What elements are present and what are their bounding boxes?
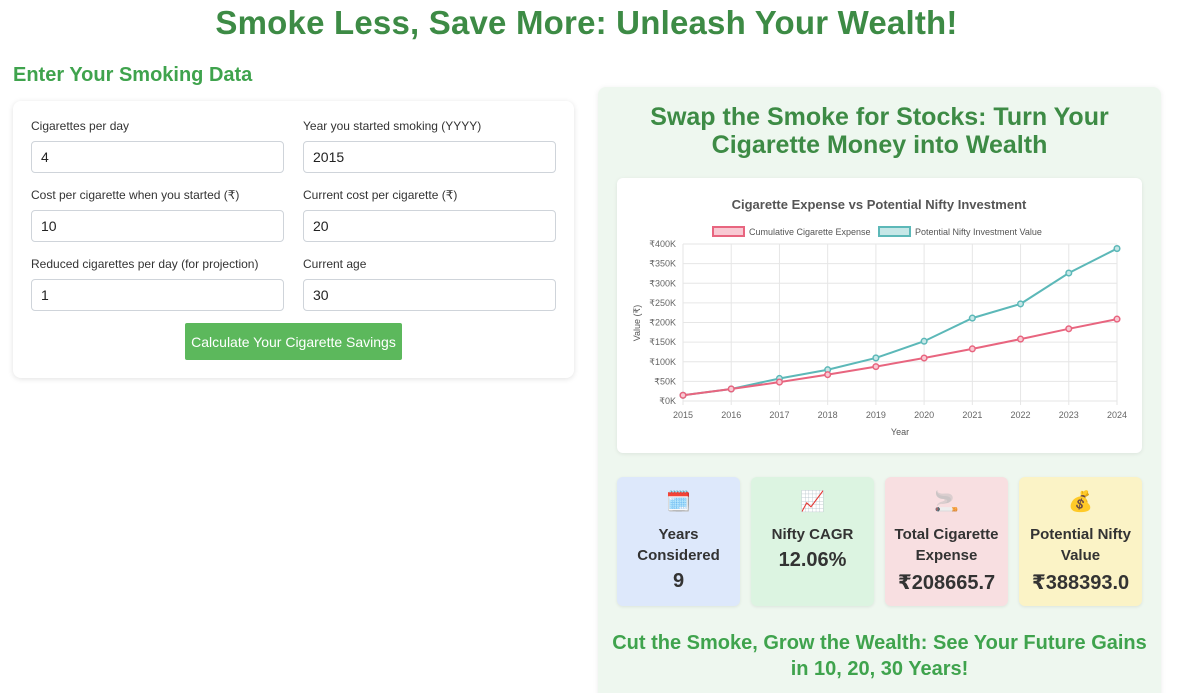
form-section-title: Enter Your Smoking Data: [13, 64, 253, 86]
reduced-cigarettes-label: Reduced cigarettes per day (for projecti…: [31, 257, 259, 271]
cigarettes-per-day-input[interactable]: [31, 141, 284, 173]
x-axis-title: Year: [891, 427, 909, 437]
stat-label: Nifty CAGR: [771, 526, 854, 543]
x-tick-label: 2015: [673, 410, 693, 420]
data-point: [1017, 335, 1025, 343]
results-title: Swap the Smoke for Stocks: Turn Your Cig…: [650, 103, 1109, 159]
smoking-data-form: Cigarettes per day Year you started smok…: [13, 101, 574, 378]
expense-vs-nifty-chart: Cigarette Expense vs Potential Nifty Inv…: [632, 197, 1127, 437]
y-tick-label: ₹0K: [659, 396, 676, 406]
data-point: [968, 314, 976, 322]
chart-increasing-icon: 📈: [800, 491, 825, 513]
stat-value: ₹208665.7: [897, 572, 996, 594]
calendar-icon: 🗓️: [666, 491, 691, 513]
y-tick-label: ₹150K: [649, 337, 676, 347]
stat-card-nifty-value: 💰 Potential Nifty Value ₹388393.0: [1019, 477, 1142, 606]
x-tick-label: 2023: [1059, 410, 1079, 420]
current-cost-field: Current cost per cigarette (₹): [303, 188, 556, 242]
y-tick-label: ₹300K: [649, 278, 676, 288]
stat-label: Years Considered: [637, 526, 720, 564]
y-tick-label: ₹250K: [649, 298, 676, 308]
data-point: [920, 337, 928, 345]
year-started-input[interactable]: [303, 141, 556, 173]
data-point: [1113, 245, 1121, 253]
calculate-savings-button[interactable]: Calculate Your Cigarette Savings: [185, 323, 402, 360]
x-tick-label: 2024: [1107, 410, 1127, 420]
stat-card-expense: 🚬 Total Cigarette Expense ₹208665.7: [885, 477, 1008, 606]
data-point: [1113, 315, 1121, 323]
stat-card-cagr: 📈 Nifty CAGR 12.06%: [751, 477, 874, 606]
legend-label: Cumulative Cigarette Expense: [749, 227, 871, 237]
data-point: [679, 391, 687, 399]
year-started-field: Year you started smoking (YYYY): [303, 119, 556, 173]
data-point: [1065, 269, 1073, 277]
future-gains-title: Cut the Smoke, Grow the Wealth: See Your…: [612, 632, 1147, 680]
x-tick-label: 2022: [1011, 410, 1031, 420]
current-age-field: Current age: [303, 257, 556, 311]
chart-title: Cigarette Expense vs Potential Nifty Inv…: [732, 197, 1027, 212]
data-point: [1017, 300, 1025, 308]
cigarettes-per-day-label: Cigarettes per day: [31, 119, 130, 133]
data-point: [727, 385, 735, 393]
stat-value: 9: [672, 570, 685, 592]
cost-when-started-input[interactable]: [31, 210, 284, 242]
y-tick-label: ₹100K: [649, 357, 676, 367]
data-point: [872, 354, 880, 362]
cost-when-started-label: Cost per cigarette when you started (₹): [31, 188, 240, 202]
y-tick-label: ₹350K: [649, 259, 676, 269]
x-tick-label: 2017: [769, 410, 789, 420]
x-tick-label: 2018: [818, 410, 838, 420]
cigarette-icon: 🚬: [934, 491, 959, 513]
stat-label: Total Cigarette Expense: [894, 526, 999, 564]
data-point: [775, 378, 783, 386]
x-tick-label: 2016: [721, 410, 741, 420]
stat-card-years: 🗓️ Years Considered 9: [617, 477, 740, 606]
money-bag-icon: 💰: [1068, 491, 1093, 513]
series-line: [682, 318, 1118, 397]
y-axis-title: Value (₹): [632, 305, 642, 342]
current-cost-input[interactable]: [303, 210, 556, 242]
reduced-cigarettes-field: Reduced cigarettes per day (for projecti…: [31, 257, 284, 311]
series-line: [682, 247, 1118, 397]
legend-swatch: [878, 226, 911, 237]
data-point: [872, 363, 880, 371]
y-tick-label: ₹50K: [654, 376, 676, 386]
data-point: [824, 371, 832, 379]
chart-card: Cigarette Expense vs Potential Nifty Inv…: [617, 178, 1142, 453]
year-started-label: Year you started smoking (YYYY): [303, 119, 482, 133]
x-tick-label: 2019: [866, 410, 886, 420]
page-title: Smoke Less, Save More: Unleash Your Weal…: [215, 4, 958, 41]
current-age-input[interactable]: [303, 279, 556, 311]
stat-value: ₹388393.0: [1031, 572, 1130, 594]
current-age-label: Current age: [303, 257, 367, 271]
legend-label: Potential Nifty Investment Value: [915, 227, 1042, 237]
stat-label: Potential Nifty Value: [1030, 526, 1131, 564]
data-point: [1065, 325, 1073, 333]
reduced-cigarettes-input[interactable]: [31, 279, 284, 311]
cost-when-started-field: Cost per cigarette when you started (₹): [31, 188, 284, 242]
current-cost-label: Current cost per cigarette (₹): [303, 188, 458, 202]
stat-value: 12.06%: [778, 549, 847, 571]
y-tick-label: ₹200K: [649, 318, 676, 328]
x-tick-label: 2021: [962, 410, 982, 420]
data-point: [920, 354, 928, 362]
results-panel: Swap the Smoke for Stocks: Turn Your Cig…: [598, 87, 1161, 693]
legend-swatch: [712, 226, 745, 237]
data-point: [968, 345, 976, 353]
x-tick-label: 2020: [914, 410, 934, 420]
y-tick-label: ₹400K: [649, 239, 676, 249]
cigarettes-per-day-field: Cigarettes per day: [31, 119, 284, 173]
